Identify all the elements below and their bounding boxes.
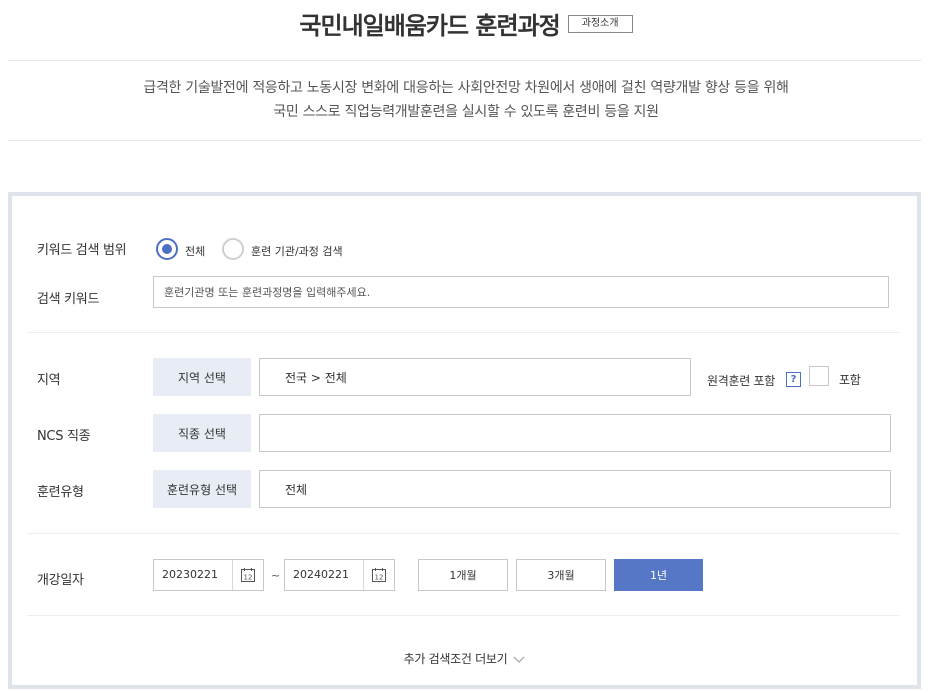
training-type-select-button[interactable]: 훈련유형 선택 xyxy=(153,470,251,508)
remote-include-checkbox[interactable] xyxy=(809,366,829,386)
region-label: 지역 xyxy=(37,373,61,388)
period-1year-button[interactable]: 1년 xyxy=(614,559,703,591)
description-line-1: 급격한 기술발전에 적응하고 노동시장 변화에 대응하는 사회안전망 차원에서 … xyxy=(143,80,789,96)
description-line-2: 국민 스스로 직업능력개발훈련을 실시할 수 있도록 훈련비 등을 지원 xyxy=(273,104,659,120)
section-divider-3 xyxy=(27,615,900,616)
date-end-field[interactable]: 20240221 12 xyxy=(284,559,395,591)
section-divider-2 xyxy=(27,533,900,534)
region-value: 전국 > 전체 xyxy=(285,370,347,385)
date-end-value[interactable]: 20240221 xyxy=(285,560,364,590)
date-start-field[interactable]: 20230221 12 xyxy=(153,559,264,591)
course-intro-button[interactable]: 과정소개 xyxy=(567,14,633,33)
period-3month-button[interactable]: 3개월 xyxy=(516,559,606,591)
more-conditions-toggle[interactable]: 추가 검색조건 더보기 xyxy=(12,650,917,667)
remote-include-label[interactable]: 포함 xyxy=(839,371,861,388)
scope-label: 키워드 검색 범위 xyxy=(37,243,127,258)
scope-radio-institution-label[interactable]: 훈련 기관/과정 검색 xyxy=(251,243,343,259)
chevron-down-icon[interactable] xyxy=(513,656,525,664)
more-conditions-label[interactable]: 추가 검색조건 더보기 xyxy=(404,652,508,666)
region-value-box[interactable]: 전국 > 전체 xyxy=(259,358,691,396)
program-description: 급격한 기술발전에 적응하고 노동시장 변화에 대응하는 사회안전망 차원에서 … xyxy=(0,76,932,124)
remote-training-label: 원격훈련 포함 xyxy=(707,374,775,388)
page-title-text: 국민내일배움카드 훈련과정 xyxy=(299,12,560,40)
date-start-value[interactable]: 20230221 xyxy=(154,560,233,590)
search-panel: 키워드 검색 범위 전체 훈련 기관/과정 검색 검색 키워드 지역 지역 선택… xyxy=(8,192,921,689)
page-header: 국민내일배움카드 훈련과정 과정소개 xyxy=(0,0,932,52)
calendar-icon-end[interactable]: 12 xyxy=(364,560,394,590)
calendar-glyph: 12 xyxy=(244,574,253,582)
ncs-select-button[interactable]: 직종 선택 xyxy=(153,414,251,452)
section-divider-1 xyxy=(27,332,900,333)
header-divider xyxy=(8,60,921,61)
scope-radio-institution[interactable] xyxy=(222,238,244,260)
page-title: 국민내일배움카드 훈련과정 과정소개 xyxy=(0,6,932,41)
region-select-button[interactable]: 지역 선택 xyxy=(153,358,251,396)
ncs-label: NCS 직종 xyxy=(37,429,91,444)
description-divider xyxy=(8,140,921,141)
date-separator: ~ xyxy=(271,569,281,582)
calendar-icon-start[interactable]: 12 xyxy=(233,560,263,590)
start-date-label: 개강일자 xyxy=(37,573,84,588)
training-type-label: 훈련유형 xyxy=(37,485,84,500)
calendar-glyph: 12 xyxy=(375,574,384,582)
period-1month-button[interactable]: 1개월 xyxy=(418,559,508,591)
ncs-value-box[interactable] xyxy=(259,414,891,452)
help-icon[interactable]: ? xyxy=(786,372,801,387)
keyword-input[interactable] xyxy=(153,276,889,308)
keyword-label: 검색 키워드 xyxy=(37,292,100,307)
training-type-value-box[interactable]: 전체 xyxy=(259,470,891,508)
training-type-value: 전체 xyxy=(285,482,308,497)
scope-radio-all-label[interactable]: 전체 xyxy=(185,243,205,259)
scope-radio-all[interactable] xyxy=(156,238,178,260)
